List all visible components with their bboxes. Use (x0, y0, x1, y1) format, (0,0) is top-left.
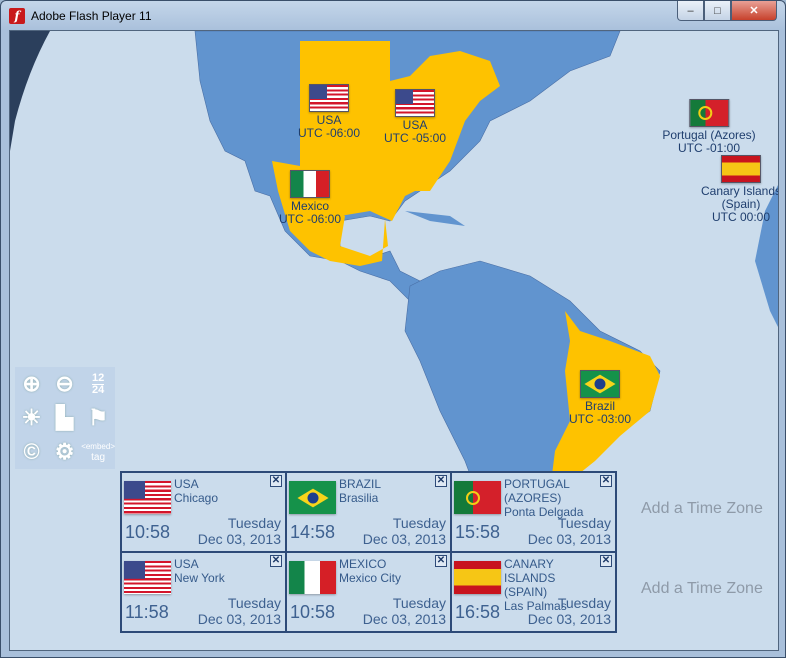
map-marker-canary-islands[interactable]: Canary Islands (Spain) UTC 00:00 (701, 155, 778, 224)
time-zone-card[interactable]: BRAZIL Brasilia ✕ 14:58 Tuesday Dec 03, 20… (286, 472, 451, 552)
zone-country: USA (174, 557, 199, 571)
zone-date: Dec 03, 2013 (197, 531, 281, 547)
embed-tag-icon[interactable]: <embed> tag (81, 441, 115, 463)
brazil-flag-icon (580, 370, 620, 398)
zone-time: 16:58 (455, 602, 501, 622)
zone-day: Tuesday (392, 595, 446, 611)
globe-edge (10, 31, 50, 151)
remove-zone-close-icon[interactable]: ✕ (600, 555, 612, 567)
mexico-flag-icon (290, 170, 330, 198)
zone-day: Tuesday (227, 515, 281, 531)
zone-country: CANARY ISLANDS (SPAIN) (504, 557, 556, 599)
zone-time: 15:58 (455, 522, 501, 542)
remove-zone-close-icon[interactable]: ✕ (435, 475, 447, 487)
time-zone-card[interactable]: USA New York ✕ 11:58 Tuesday Dec 03, 2013 (121, 552, 286, 632)
zone-time: 14:58 (290, 522, 336, 542)
map-marker-brazil[interactable]: Brazil UTC -03:00 (569, 370, 631, 426)
usa-flag-icon (124, 561, 171, 594)
portugal-flag-icon (689, 99, 729, 127)
time-format-toggle[interactable]: 12 24 (91, 372, 105, 396)
maximize-button[interactable]: □ (704, 1, 731, 21)
map-marker-usa-eastern[interactable]: USA UTC -05:00 (384, 89, 446, 145)
mex-flag-icon (289, 561, 336, 594)
zone-day: Tuesday (392, 515, 446, 531)
zone-city: New York (174, 571, 225, 585)
zone-country: PORTUGAL (AZORES) (504, 477, 570, 505)
zone-time: 10:58 (290, 602, 336, 622)
remove-zone-close-icon[interactable]: ✕ (600, 475, 612, 487)
zone-date: Dec 03, 2013 (362, 531, 446, 547)
zone-city: Brasilia (339, 491, 379, 505)
add-time-zone-button[interactable]: Add a Time Zone (641, 580, 763, 598)
map-marker-portugal-azores[interactable]: Portugal (Azores) UTC -01:00 (662, 99, 756, 155)
window-title: Adobe Flash Player 11 (31, 9, 152, 23)
copyright-icon[interactable]: © (23, 439, 39, 465)
zone-country: BRAZIL (339, 477, 382, 491)
usa-flag-icon (309, 84, 349, 112)
zone-day: Tuesday (557, 595, 611, 611)
time-zone-card[interactable]: USA Chicago ✕ 10:58 Tuesday Dec 03, 2013 (121, 472, 286, 552)
map-marker-usa-central[interactable]: USA UTC -06:00 (298, 84, 360, 140)
remove-zone-close-icon[interactable]: ✕ (270, 555, 282, 567)
por-flag-icon (454, 481, 501, 514)
zone-city: Chicago (174, 491, 219, 505)
remove-zone-close-icon[interactable]: ✕ (435, 555, 447, 567)
time-zone-card[interactable]: PORTUGAL (AZORES) Ponta Delgada ✕ 15:58 T… (451, 472, 616, 552)
world-clock-app: USA UTC -06:00 USA UTC -05:00 Portugal (Az… (9, 30, 779, 651)
zone-time: 10:58 (125, 522, 171, 542)
zone-city: Mexico City (339, 571, 402, 585)
zoom-in-icon[interactable]: ⊕ (22, 371, 40, 397)
add-time-zone-button[interactable]: Add a Time Zone (641, 500, 763, 518)
flash-logo-icon: f (9, 8, 25, 24)
time-zone-panel: USA Chicago ✕ 10:58 Tuesday Dec 03, 2013 B… (120, 471, 617, 633)
toolbar: ⊕ ⊖ 12 24 ☀ ▙ ⚑ © ⚙ <embed> tag (15, 367, 115, 469)
zone-date: Dec 03, 2013 (362, 611, 446, 627)
zone-date: Dec 03, 2013 (197, 611, 281, 627)
zoom-out-icon[interactable]: ⊖ (55, 371, 73, 397)
esp-flag-icon (454, 561, 501, 594)
map-marker-mexico[interactable]: Mexico UTC -06:00 (279, 170, 341, 226)
zone-date: Dec 03, 2013 (527, 611, 611, 627)
time-zone-card[interactable]: CANARY ISLANDS (SPAIN) Las Palmas ✕ 16:58… (451, 552, 616, 632)
flash-player-window: f Adobe Flash Player 11 – □ ✕ USA UTC -06… (0, 0, 786, 658)
zone-day: Tuesday (227, 595, 281, 611)
minimize-button[interactable]: – (677, 1, 704, 21)
flag-pin-icon[interactable]: ⚑ (88, 405, 108, 431)
zone-time: 11:58 (125, 602, 169, 622)
cities-icon[interactable]: ▙ (56, 405, 73, 431)
close-button[interactable]: ✕ (731, 1, 777, 21)
bra-flag-icon (289, 481, 336, 514)
gear-icon[interactable]: ⚙ (55, 439, 75, 465)
zone-country: MEXICO (339, 557, 387, 571)
zone-date: Dec 03, 2013 (527, 531, 611, 547)
daylight-sun-icon[interactable]: ☀ (22, 405, 42, 431)
land-cuba (405, 211, 465, 226)
spain-flag-icon (720, 155, 761, 183)
title-bar: f Adobe Flash Player 11 (9, 7, 152, 25)
usa-flag-icon (395, 89, 435, 117)
usa-flag-icon (124, 481, 171, 514)
zone-day: Tuesday (557, 515, 611, 531)
time-zone-card[interactable]: MEXICO Mexico City ✕ 10:58 Tuesday Dec 03,… (286, 552, 451, 632)
remove-zone-close-icon[interactable]: ✕ (270, 475, 282, 487)
zone-country: USA (174, 477, 199, 491)
